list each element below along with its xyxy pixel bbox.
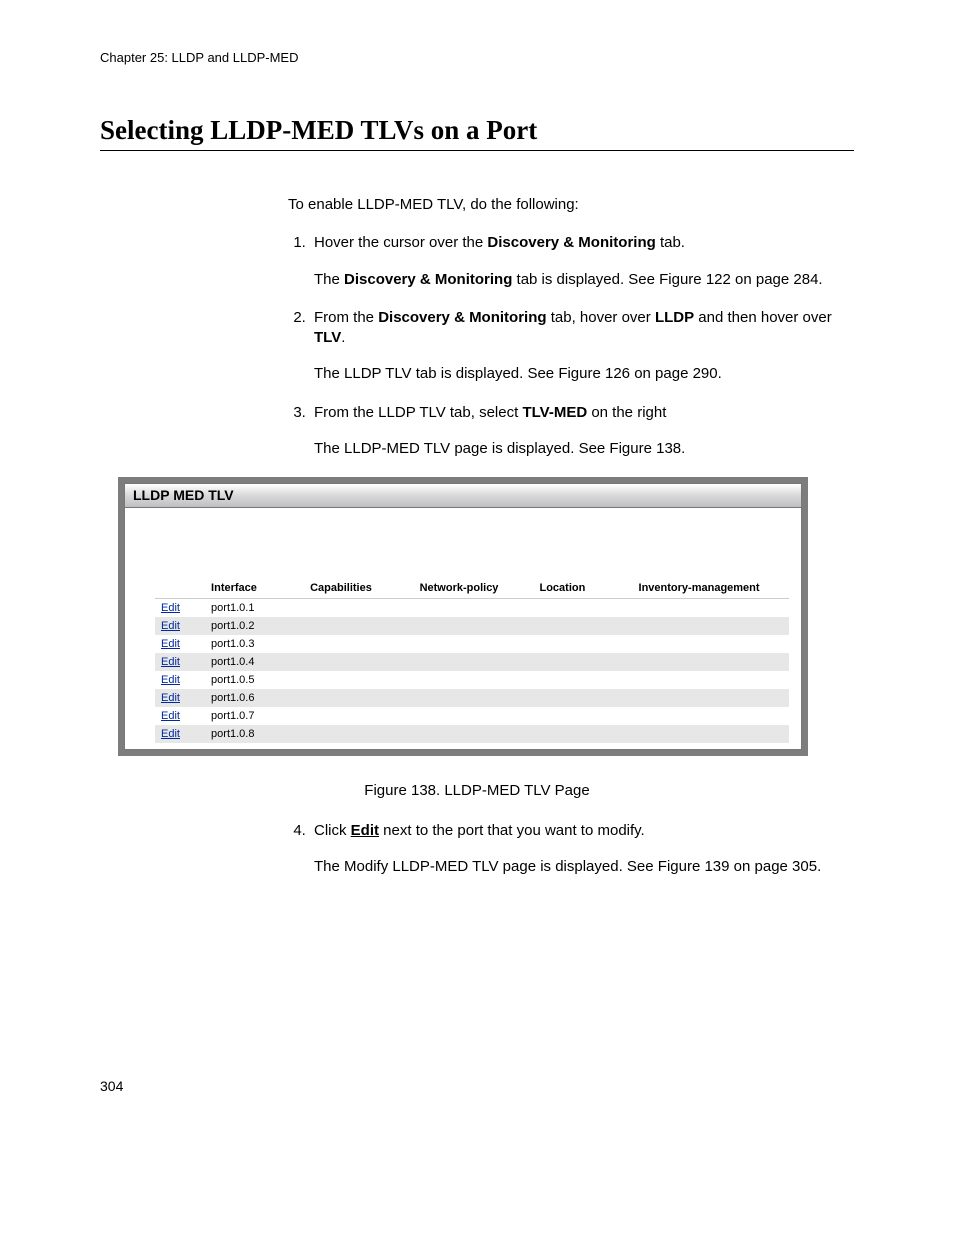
col-header-location: Location: [533, 578, 632, 599]
panel-body: Interface Capabilities Network-policy Lo…: [124, 508, 802, 750]
text-fragment: and then hover over: [694, 309, 832, 326]
text-fragment: .: [341, 329, 345, 346]
table-row: Edit port1.0.8: [155, 725, 789, 743]
text-fragment: tab, hover over: [547, 309, 655, 326]
cell-interface: port1.0.4: [205, 653, 304, 671]
step-2: From the Discovery & Monitoring tab, hov…: [310, 308, 854, 385]
table-row: Edit port1.0.7: [155, 707, 789, 725]
edit-link[interactable]: Edit: [161, 656, 180, 668]
cell-interface: port1.0.3: [205, 635, 304, 653]
chapter-header: Chapter 25: LLDP and LLDP-MED: [100, 50, 854, 65]
col-header-inventory: Inventory-management: [633, 578, 789, 599]
cell-interface: port1.0.1: [205, 599, 304, 618]
table-row: Edit port1.0.4: [155, 653, 789, 671]
intro-text: To enable LLDP-MED TLV, do the following…: [288, 195, 854, 215]
step-3-text: From the LLDP TLV tab, select TLV-MED on…: [314, 404, 666, 421]
text-bold: Discovery & Monitoring: [344, 271, 512, 288]
step-4: Click Edit next to the port that you wan…: [310, 821, 854, 878]
text-bold: TLV-MED: [522, 404, 587, 421]
cell-inventory: [633, 599, 789, 618]
figure-caption: Figure 138. LLDP-MED TLV Page: [190, 782, 764, 799]
text-fragment: tab is displayed. See Figure 122 on page…: [512, 271, 822, 288]
step-3-sub: The LLDP-MED TLV page is displayed. See …: [314, 439, 854, 459]
cell-interface: port1.0.8: [205, 725, 304, 743]
table-row: Edit port1.0.2: [155, 617, 789, 635]
text-fragment: From the: [314, 309, 378, 326]
edit-link[interactable]: Edit: [161, 602, 180, 614]
text-fragment: next to the port that you want to modify…: [379, 822, 645, 839]
text-fragment: on the right: [587, 404, 666, 421]
step-1-text: Hover the cursor over the Discovery & Mo…: [314, 234, 685, 251]
text-bold: TLV: [314, 329, 341, 346]
cell-network-policy: [414, 599, 534, 618]
edit-link[interactable]: Edit: [161, 674, 180, 686]
edit-link[interactable]: Edit: [161, 620, 180, 632]
tlv-table: Interface Capabilities Network-policy Lo…: [155, 578, 789, 743]
cell-interface: port1.0.6: [205, 689, 304, 707]
step-4-text: Click Edit next to the port that you wan…: [314, 822, 645, 839]
text-bold: Discovery & Monitoring: [378, 309, 546, 326]
table-row: Edit port1.0.3: [155, 635, 789, 653]
step-1-sub: The Discovery & Monitoring tab is displa…: [314, 270, 854, 290]
col-header-network-policy: Network-policy: [414, 578, 534, 599]
steps-list: Hover the cursor over the Discovery & Mo…: [288, 233, 854, 459]
text-fragment: Click: [314, 822, 351, 839]
col-header-capabilities: Capabilities: [304, 578, 413, 599]
page-number: 304: [100, 1078, 854, 1094]
text-fragment: The: [314, 271, 344, 288]
cell-capabilities: [304, 599, 413, 618]
step-3: From the LLDP TLV tab, select TLV-MED on…: [310, 403, 854, 460]
edit-link[interactable]: Edit: [161, 710, 180, 722]
panel-titlebar: LLDP MED TLV: [124, 483, 802, 508]
section-title: Selecting LLDP-MED TLVs on a Port: [100, 115, 854, 151]
step-2-sub: The LLDP TLV tab is displayed. See Figur…: [314, 364, 854, 384]
text-bold-underline: Edit: [351, 822, 379, 839]
edit-link[interactable]: Edit: [161, 638, 180, 650]
steps-list-continued: Click Edit next to the port that you wan…: [288, 821, 854, 878]
edit-link[interactable]: Edit: [161, 692, 180, 704]
table-header-row: Interface Capabilities Network-policy Lo…: [155, 578, 789, 599]
text-fragment: Hover the cursor over the: [314, 234, 487, 251]
col-header-blank: [155, 578, 205, 599]
step-1: Hover the cursor over the Discovery & Mo…: [310, 233, 854, 290]
text-bold: LLDP: [655, 309, 694, 326]
table-row: Edit port1.0.6: [155, 689, 789, 707]
step-4-sub: The Modify LLDP-MED TLV page is displaye…: [314, 857, 854, 877]
cell-interface: port1.0.5: [205, 671, 304, 689]
table-row: Edit port1.0.1: [155, 599, 789, 618]
col-header-interface: Interface: [205, 578, 304, 599]
edit-link[interactable]: Edit: [161, 728, 180, 740]
cell-interface: port1.0.7: [205, 707, 304, 725]
figure-138: LLDP MED TLV Interface Capabilities Netw…: [118, 477, 854, 756]
step-2-text: From the Discovery & Monitoring tab, hov…: [314, 309, 832, 346]
table-row: Edit port1.0.5: [155, 671, 789, 689]
text-fragment: tab.: [656, 234, 685, 251]
cell-interface: port1.0.2: [205, 617, 304, 635]
text-fragment: From the LLDP TLV tab, select: [314, 404, 522, 421]
panel-frame: LLDP MED TLV Interface Capabilities Netw…: [118, 477, 808, 756]
cell-location: [533, 599, 632, 618]
text-bold: Discovery & Monitoring: [487, 234, 655, 251]
